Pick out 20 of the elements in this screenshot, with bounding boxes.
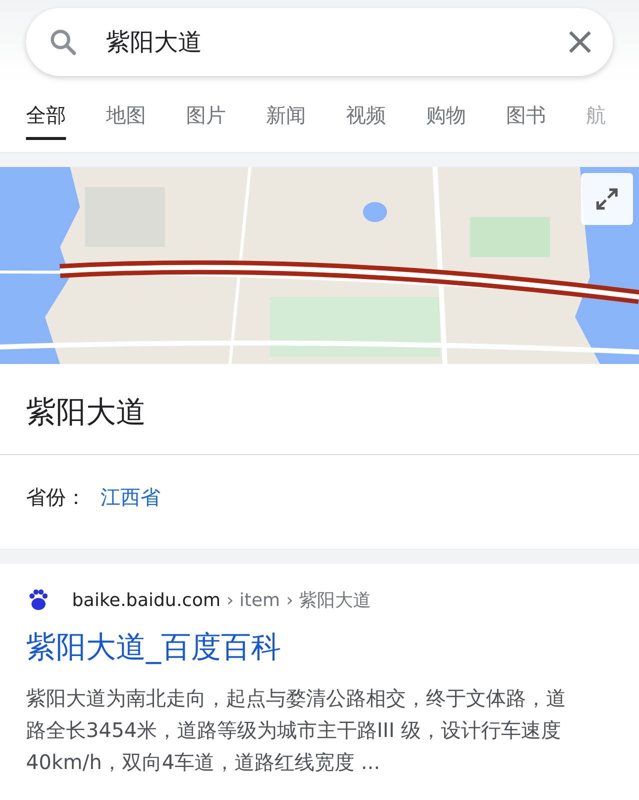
search-icon[interactable] — [48, 27, 78, 57]
tab[interactable]: 视频 — [346, 102, 386, 140]
search-query: 紫阳大道 — [106, 27, 203, 58]
fullscreen-button[interactable] — [581, 173, 633, 225]
result-domain: baike.baidu.com — [72, 590, 220, 610]
tab[interactable]: 购物 — [426, 102, 466, 140]
attribute-link[interactable]: 江西省 — [100, 485, 160, 509]
breadcrumb-item: › item — [226, 590, 280, 610]
tab[interactable]: 全部 — [26, 102, 66, 140]
tab[interactable]: 图书 — [506, 102, 546, 140]
result-snippet: 紫阳大道为南北走向，起点与婺清公路相交，终于文体路，道路全长3454米，道路等级为城市主干路III 级，设计行车速度40km/h，双向4车道，道路红线宽度 ... — [26, 685, 567, 776]
breadcrumb-item: › 紫阳大道 — [286, 589, 372, 612]
tab[interactable]: 地图 — [106, 102, 146, 140]
place-title: 紫阳大道 — [25, 394, 147, 432]
attribute-label: 省份： — [26, 485, 86, 509]
search-field[interactable]: 紫阳大道 — [26, 8, 613, 76]
close-icon[interactable] — [567, 29, 593, 55]
tab[interactable]: 图片 — [186, 102, 226, 140]
tab[interactable]: 新闻 — [266, 102, 306, 140]
result-title-link[interactable]: 紫阳大道_百度百科 — [26, 628, 613, 668]
